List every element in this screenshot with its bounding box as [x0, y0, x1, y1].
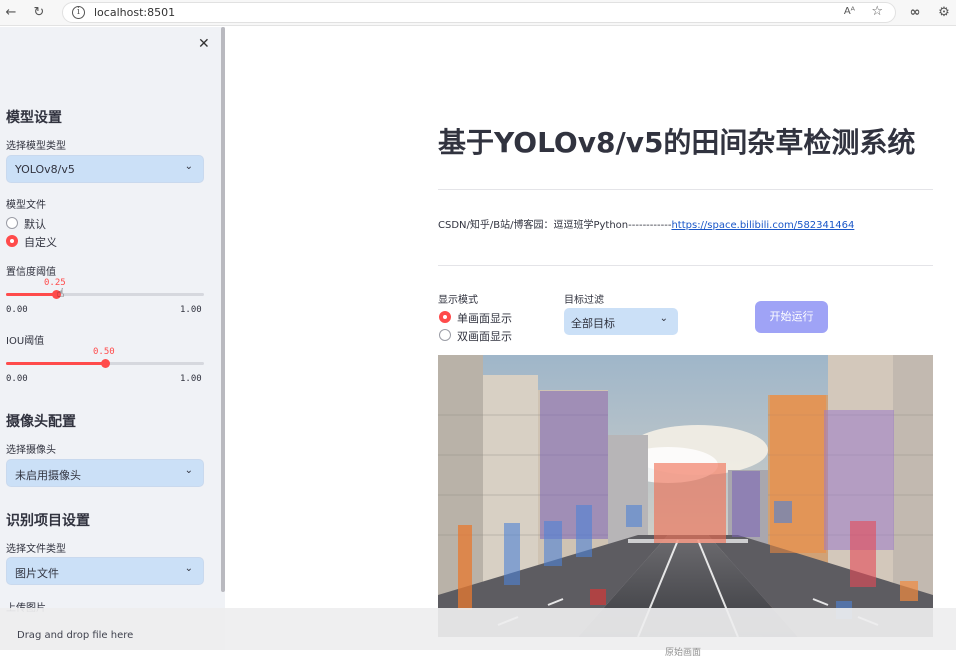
iou-slider[interactable]	[6, 359, 204, 368]
detection-image	[438, 355, 933, 637]
browser-toolbar: ← ↻ i localhost:8501 Aᴬ ☆ ∞ ⚙	[0, 0, 956, 26]
radio-icon	[6, 217, 18, 229]
iou-max: 1.00	[180, 374, 202, 384]
street-scene-image	[438, 355, 933, 637]
back-icon[interactable]: ←	[2, 4, 20, 22]
sidebar-scrollbar[interactable]	[221, 27, 225, 592]
divider	[438, 265, 933, 266]
radio-label: 默认	[24, 218, 46, 231]
reload-icon[interactable]: ↻	[30, 4, 48, 22]
chevron-down-icon: ⌄	[184, 465, 193, 476]
model-settings-heading: 模型设置	[6, 110, 62, 126]
slider-fill	[6, 362, 105, 365]
model-file-label: 模型文件	[6, 200, 46, 211]
file-type-value: 图片文件	[15, 567, 59, 580]
close-sidebar-button[interactable]: ✕	[198, 36, 210, 52]
bottom-overlay: Drag and drop file here 原始画面	[0, 608, 956, 658]
divider	[438, 189, 933, 190]
image-caption: 原始画面	[665, 648, 702, 658]
url-text: localhost:8501	[94, 6, 176, 19]
read-aloud-icon[interactable]: Aᴬ	[844, 6, 855, 17]
chevron-down-icon: ⌄	[184, 563, 193, 574]
puzzle-extension-icon[interactable]: ⚙	[935, 4, 953, 22]
camera-value: 未启用摄像头	[15, 469, 81, 482]
radio-label: 单画面显示	[457, 312, 512, 325]
target-filter-value: 全部目标	[571, 317, 615, 330]
drag-drop-area[interactable]: Drag and drop file here	[17, 630, 133, 641]
author-info-text: CSDN/知乎/B站/博客园：逗逗班学Python------------	[438, 220, 672, 231]
camera-label: 选择摄像头	[6, 445, 56, 456]
address-bar[interactable]: i localhost:8501 Aᴬ ☆	[62, 2, 896, 23]
start-run-button[interactable]: 开始运行	[755, 301, 828, 333]
target-filter-select[interactable]: 全部目标 ⌄	[564, 308, 678, 335]
radio-selected-icon	[439, 311, 451, 323]
model-type-value: YOLOv8/v5	[15, 163, 75, 176]
target-filter-label: 目标过滤	[564, 295, 604, 306]
author-info: CSDN/知乎/B站/博客园：逗逗班学Python------------htt…	[438, 216, 854, 231]
site-info-icon[interactable]: i	[72, 6, 85, 19]
radio-selected-icon	[6, 235, 18, 247]
hand-cursor-icon: ☝	[57, 286, 65, 300]
chevron-down-icon: ⌄	[184, 161, 193, 172]
radio-label: 双画面显示	[457, 330, 512, 343]
camera-settings-heading: 摄像头配置	[6, 414, 76, 430]
confidence-label: 置信度阈值	[6, 267, 56, 278]
radio-icon	[439, 329, 451, 341]
iou-value: 0.50	[93, 347, 115, 357]
display-mode-label: 显示模式	[438, 295, 478, 306]
slider-thumb[interactable]	[101, 359, 110, 368]
model-type-label: 选择模型类型	[6, 141, 66, 152]
model-type-select[interactable]: YOLOv8/v5 ⌄	[6, 155, 204, 183]
file-type-select[interactable]: 图片文件 ⌄	[6, 557, 204, 585]
page-title: 基于YOLOv8/v5的田间杂草检测系统	[438, 126, 916, 159]
file-type-label: 选择文件类型	[6, 544, 66, 555]
radio-label: 自定义	[24, 236, 57, 249]
iou-min: 0.00	[6, 374, 28, 384]
slider-fill	[6, 293, 56, 296]
confidence-slider[interactable]	[6, 290, 204, 299]
favorite-star-icon[interactable]: ☆	[871, 4, 883, 19]
chevron-down-icon: ⌄	[659, 313, 668, 324]
confidence-min: 0.00	[6, 305, 28, 315]
camera-select[interactable]: 未启用摄像头 ⌄	[6, 459, 204, 487]
confidence-max: 1.00	[180, 305, 202, 315]
bilibili-link[interactable]: https://space.bilibili.com/582341464	[671, 220, 854, 231]
infinity-extension-icon[interactable]: ∞	[906, 4, 924, 22]
iou-label: IOU阈值	[6, 336, 45, 347]
project-settings-heading: 识别项目设置	[6, 513, 90, 529]
